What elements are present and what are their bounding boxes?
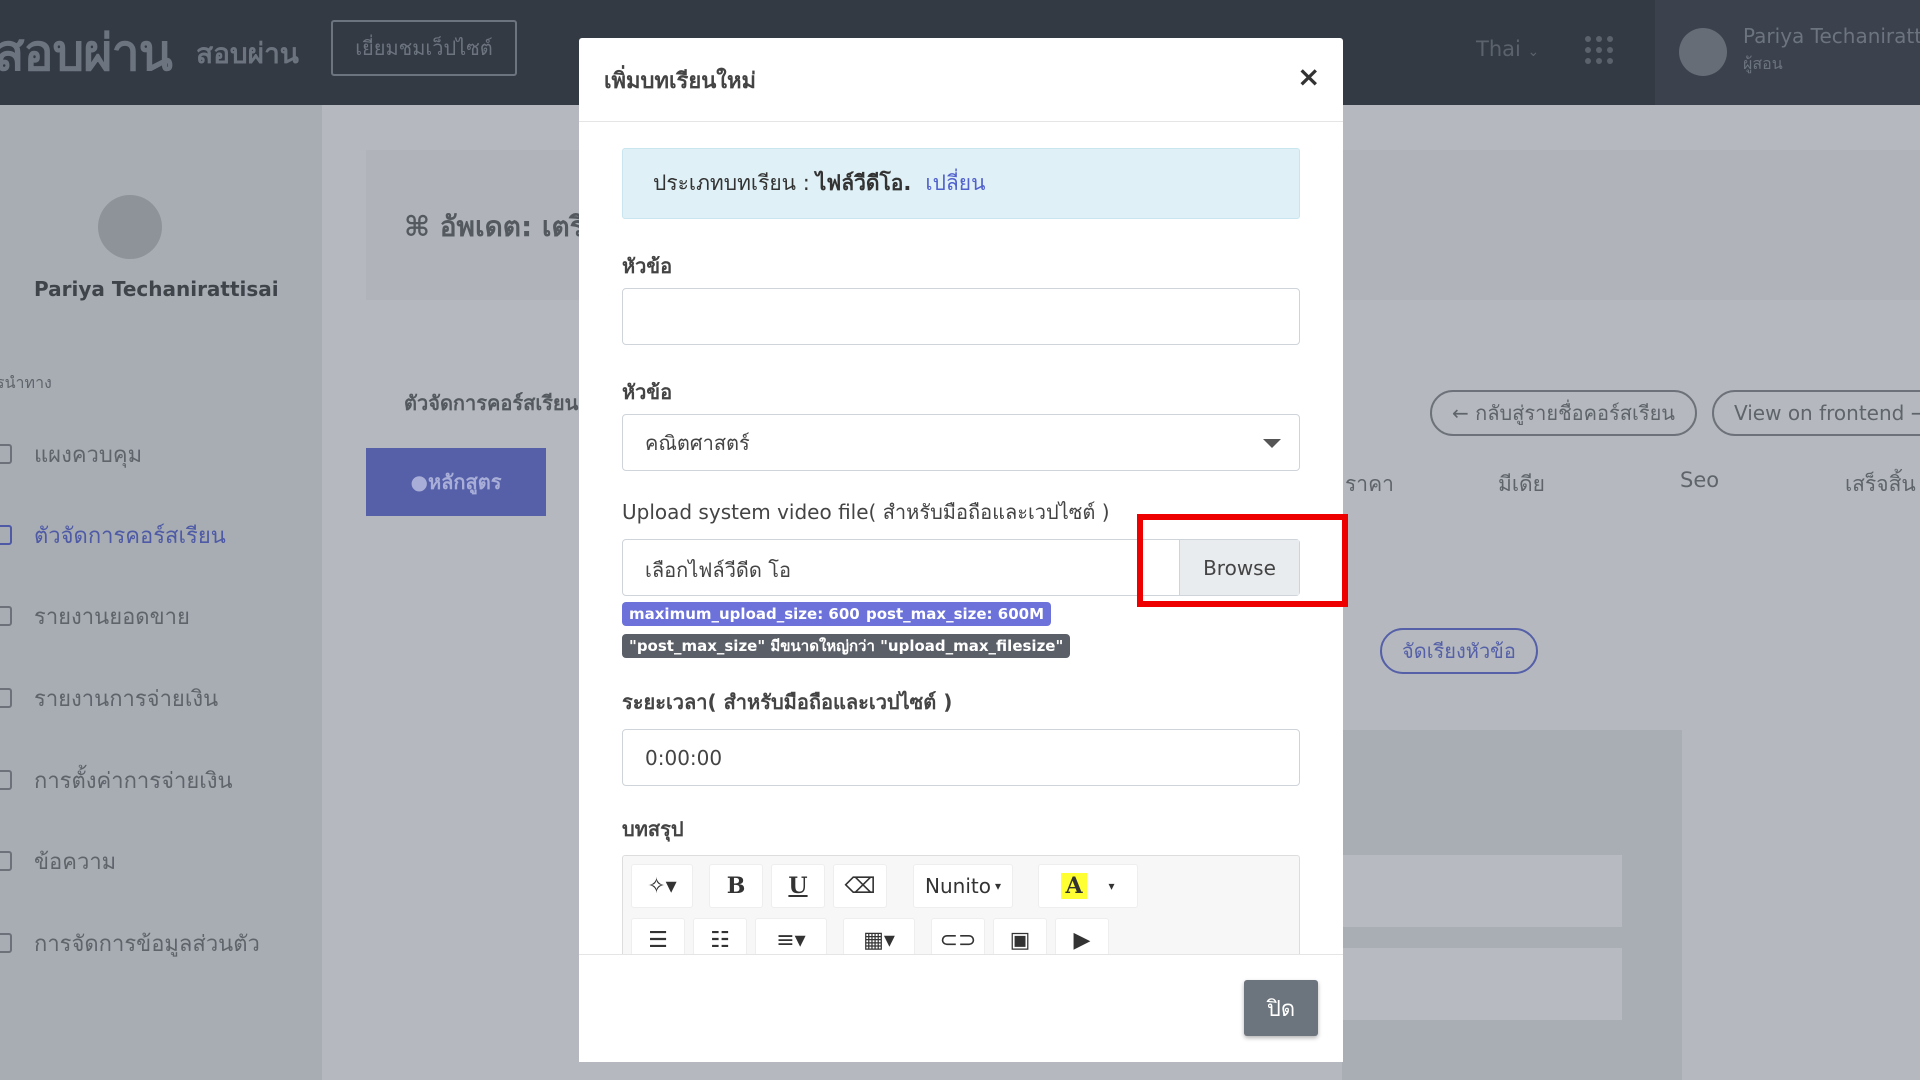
dashboard-icon [0,444,12,464]
sidebar-item-course-manager[interactable]: ตัวจัดการคอร์สเรียน [0,515,226,555]
sidebar-item-label: ข้อความ [34,849,117,875]
gear-icon [0,770,12,790]
change-lesson-type-link[interactable]: เปลี่ยน [925,167,985,200]
font-family-dropdown[interactable]: Nunito ▾ [913,864,1013,908]
section-row [1342,855,1622,927]
font-name: Nunito [925,874,991,898]
lesson-type-label: ประเภทบทเรียน : [653,171,810,195]
language-selector[interactable]: Thai ⌄ [1476,37,1539,61]
underline-button[interactable]: U [771,864,825,908]
course-icon [0,525,12,545]
user-role: ผู้สอน [1743,54,1783,73]
title-label: หัวข้อ [622,254,673,278]
course-manager-label: ตัวจัดการคอร์สเรียน [404,391,579,415]
mail-icon [0,851,12,871]
chevron-down-icon: ▾ [1108,879,1115,893]
avatar [1679,28,1727,76]
nav-section-label: รนำทาง [0,373,52,392]
size-warning-badge: "post_max_size" มีขนาดใหญ่กว่า "upload_m… [622,634,1071,658]
info-icon: ● [410,470,428,494]
section-row [1342,948,1622,1020]
sidebar-item-label: ตัวจัดการคอร์สเรียน [34,523,226,549]
upload-label: Upload system video file( สำหรับมือถือแล… [622,500,1110,524]
sidebar-item-profile[interactable]: การจัดการข้อมูลส่วนตัว [0,923,260,963]
section-label: หัวข้อ [622,380,673,404]
tab-finish[interactable]: เสร็จสิ้น [1845,468,1916,501]
visit-website-button[interactable]: เยี่ยมชมเว็ปไซต์ [331,20,517,76]
sidebar-item-sales-report[interactable]: รายงานยอดขาย [0,596,190,636]
profile-name: Pariya Techanirattisai [34,277,279,301]
user-menu[interactable]: Pariya Techanirattisai ผู้สอน [1655,0,1920,105]
command-icon: ⌘ [404,210,440,243]
text-color-icon: A [1061,873,1087,899]
tab-course[interactable]: ● หลักสูตร [366,448,546,516]
sidebar-item-payment-settings[interactable]: การตั้งค่าการจ่ายเงิน [0,760,233,800]
bold-button[interactable]: B [709,864,763,908]
user-icon [0,933,12,953]
sidebar-item-messages[interactable]: ข้อความ [0,841,116,881]
summary-label: บทสรุป [622,817,684,841]
modal-footer: ปิด [579,954,1343,1062]
report-icon [0,606,12,626]
language-label: Thai [1476,37,1521,61]
browse-highlight-box [1137,514,1348,607]
user-name: Pariya Techanirattisai [1743,24,1920,48]
section-selected-value: คณิตศาสตร์ [645,430,750,455]
chevron-down-icon: ⌄ [1527,44,1540,60]
magic-wand-icon[interactable]: ✧▾ [631,864,693,908]
chevron-down-icon: ▾ [994,879,1001,893]
eraser-icon[interactable]: ⌫ [833,864,887,908]
sidebar-item-label: การตั้งค่าการจ่ายเงิน [34,768,233,794]
wallet-icon [0,688,12,708]
duration-label: ระยะเวลา( สำหรับมือถือและเวปไซต์ ) [622,690,953,714]
page-title: ⌘ อัพเดต: เตรี [404,205,585,249]
sort-sections-button[interactable]: จัดเรียงหัวข้อ [1380,628,1538,674]
sidebar-item-payment-report[interactable]: รายงานการจ่ายเงิน [0,678,218,718]
tab-seo[interactable]: Seo [1680,468,1719,492]
lesson-type-value: ไฟล์วีดีโอ. [815,171,912,195]
lesson-type-alert: ประเภทบทเรียน : ไฟล์วีดีโอ. เปลี่ยน [622,148,1300,219]
chevron-down-icon [1263,439,1281,448]
site-name: สอบผ่าน [196,37,299,70]
modal-title: เพิ่มบทเรียนใหม่ [604,69,757,94]
sidebar-item-label: รายงานการจ่ายเงิน [34,686,219,712]
tab-media[interactable]: มีเดีย [1498,468,1545,501]
post-max-badge: post_max_size: 600M [859,602,1052,626]
back-to-courses-button[interactable]: ← กลับสู่รายชื่อคอร์สเรียน [1430,390,1697,436]
sidebar-item-label: แผงควบคุม [34,442,143,468]
apps-grid-icon[interactable] [1585,36,1613,64]
sidebar-item-label: การจัดการข้อมูลส่วนตัว [34,931,260,957]
profile-avatar [98,195,162,259]
duration-input[interactable]: 0:00:00 [622,729,1300,786]
close-button[interactable]: ปิด [1244,980,1318,1036]
page-title-text: อัพเดต: เตรี [439,210,585,243]
sidebar-item-label: รายงานยอดขาย [34,604,190,630]
modal-header: เพิ่มบทเรียนใหม่ × [579,38,1343,122]
text-color-dropdown[interactable]: A ▾ [1038,864,1138,908]
section-select[interactable]: คณิตศาสตร์ [622,414,1300,471]
sidebar-item-dashboard[interactable]: แผงควบคุม [0,434,142,474]
tab-price[interactable]: ราคา [1345,468,1394,501]
max-upload-badge: maximum_upload_size: 600M [622,602,882,626]
site-logo[interactable]: สอบผ่าน [0,14,173,93]
file-placeholder: เลือกไฟล์วีดีด โอ [645,558,792,582]
view-on-frontend-button[interactable]: View on frontend → [1712,390,1920,436]
tab-course-label: หลักสูตร [427,470,502,494]
close-icon[interactable]: × [1297,62,1320,92]
title-input[interactable] [622,288,1300,345]
